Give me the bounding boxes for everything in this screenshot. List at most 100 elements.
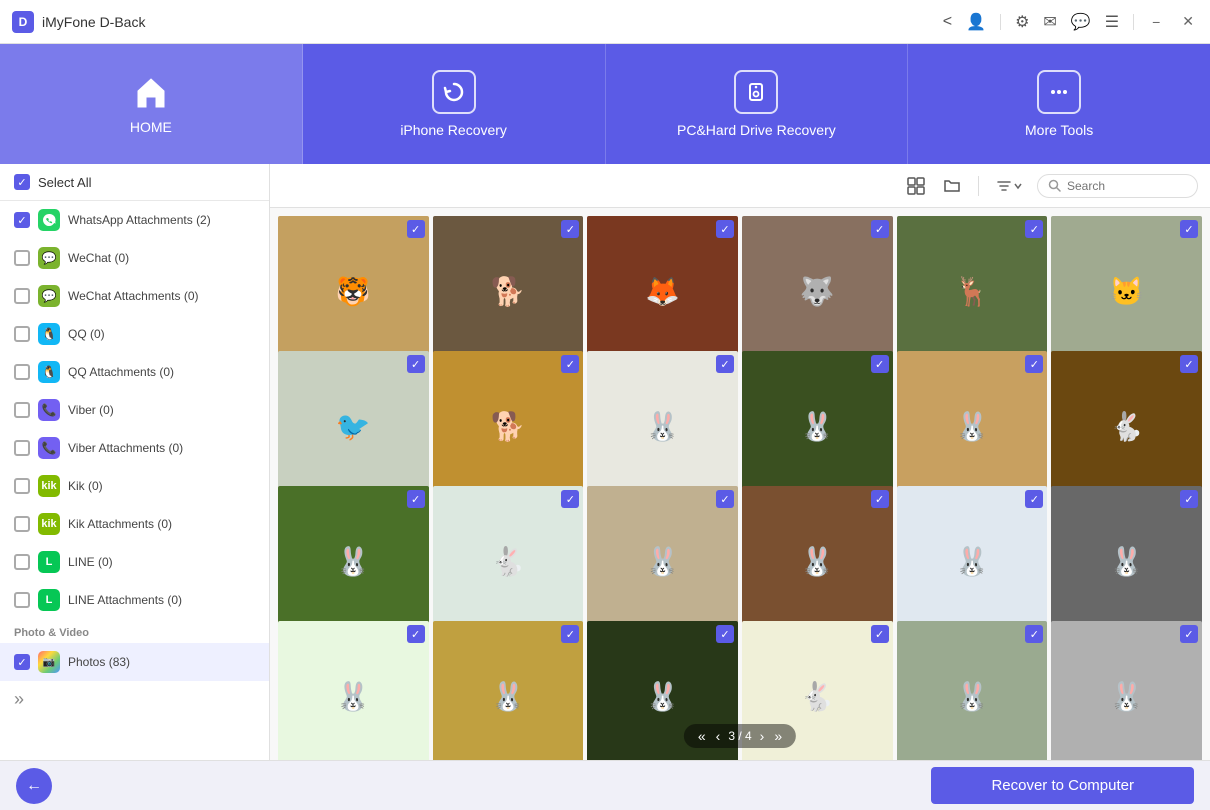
sidebar-item-kik[interactable]: kik Kik (0)	[0, 467, 269, 505]
search-input[interactable]	[1067, 179, 1187, 193]
photo-check-overlay[interactable]: ✓	[1025, 490, 1043, 508]
photo-check-overlay[interactable]: ✓	[561, 490, 579, 508]
sidebar-item-viber[interactable]: 📞 Viber (0)	[0, 391, 269, 429]
wechat-checkbox[interactable]	[14, 250, 30, 266]
qq-checkbox[interactable]	[14, 326, 30, 342]
sidebar-item-line-attachments[interactable]: L LINE Attachments (0)	[0, 581, 269, 619]
profile-icon[interactable]: 👤	[966, 12, 986, 32]
photo-cell[interactable]: 🐰✓	[278, 486, 429, 637]
photo-check-overlay[interactable]: ✓	[716, 355, 734, 373]
photo-cell[interactable]: 🐰✓	[587, 351, 738, 502]
recover-to-computer-button[interactable]: Recover to Computer	[931, 767, 1194, 804]
photo-cell[interactable]: 🦌✓	[897, 216, 1048, 367]
select-all-checkbox[interactable]	[14, 174, 30, 190]
photo-cell[interactable]: 🐰✓	[897, 351, 1048, 502]
photo-check-overlay[interactable]: ✓	[716, 625, 734, 643]
photo-cell[interactable]: 🐯✓	[278, 216, 429, 367]
mail-icon[interactable]: ✉	[1043, 12, 1056, 32]
line-checkbox[interactable]	[14, 554, 30, 570]
sidebar-item-qq[interactable]: 🐧 QQ (0)	[0, 315, 269, 353]
photo-cell[interactable]: 🐰✓	[742, 351, 893, 502]
wechat-attachments-checkbox[interactable]	[14, 288, 30, 304]
sidebar-item-line[interactable]: L LINE (0)	[0, 543, 269, 581]
nav-more-tools[interactable]: More Tools	[908, 44, 1210, 164]
photo-check-overlay[interactable]: ✓	[871, 625, 889, 643]
titlebar-separator	[1000, 14, 1001, 30]
photo-cell[interactable]: 🐺✓	[742, 216, 893, 367]
photo-check-overlay[interactable]: ✓	[1025, 355, 1043, 373]
pagination-prev-button[interactable]: ‹	[714, 728, 723, 744]
photo-check-overlay[interactable]: ✓	[1180, 625, 1198, 643]
filter-button[interactable]	[991, 177, 1029, 195]
share-icon[interactable]: <	[943, 13, 952, 31]
photo-cell[interactable]: 🐰✓	[278, 621, 429, 760]
minimize-button[interactable]: −	[1148, 12, 1164, 32]
photo-cell[interactable]: 🦊✓	[587, 216, 738, 367]
viber-attachments-checkbox[interactable]	[14, 440, 30, 456]
photo-check-overlay[interactable]: ✓	[1180, 355, 1198, 373]
kik-attachments-checkbox[interactable]	[14, 516, 30, 532]
nav-iphone-recovery[interactable]: iPhone Recovery	[303, 44, 606, 164]
photo-cell[interactable]: 🐦✓	[278, 351, 429, 502]
pagination-first-button[interactable]: «	[696, 728, 708, 744]
photo-cell[interactable]: 🐰✓	[897, 486, 1048, 637]
photo-check-overlay[interactable]: ✓	[561, 625, 579, 643]
photo-cell[interactable]: 🐕✓	[433, 351, 584, 502]
sidebar-item-kik-attachments[interactable]: kik Kik Attachments (0)	[0, 505, 269, 543]
whatsapp-checkbox[interactable]	[14, 212, 30, 228]
line-attachments-checkbox[interactable]	[14, 592, 30, 608]
sidebar-more-items[interactable]: »	[0, 681, 269, 718]
grid-view-button[interactable]	[902, 172, 930, 200]
photo-check-overlay[interactable]: ✓	[407, 625, 425, 643]
nav-home[interactable]: HOME	[0, 44, 303, 164]
photo-cell[interactable]: 🐇✓	[1051, 351, 1202, 502]
photo-check-overlay[interactable]: ✓	[407, 355, 425, 373]
photo-check-overlay[interactable]: ✓	[716, 220, 734, 238]
titlebar-controls: < 👤 ⚙ ✉ 💬 ☰ − ✕	[943, 11, 1198, 32]
photo-check-overlay[interactable]: ✓	[407, 220, 425, 238]
photo-check-overlay[interactable]: ✓	[407, 490, 425, 508]
viber-checkbox[interactable]	[14, 402, 30, 418]
kik-checkbox[interactable]	[14, 478, 30, 494]
photo-cell[interactable]: 🐱✓	[1051, 216, 1202, 367]
back-button[interactable]: ←	[16, 768, 52, 804]
sidebar-item-whatsapp-attachments[interactable]: WhatsApp Attachments (2)	[0, 201, 269, 239]
sidebar-item-qq-attachments[interactable]: 🐧 QQ Attachments (0)	[0, 353, 269, 391]
pagination-next-button[interactable]: ›	[758, 728, 767, 744]
nav-iphone-recovery-label: iPhone Recovery	[400, 122, 507, 138]
photo-cell[interactable]: 🐰✓	[1051, 486, 1202, 637]
nav-pc-recovery[interactable]: PC&Hard Drive Recovery	[606, 44, 909, 164]
photo-cell[interactable]: 🐰✓	[742, 486, 893, 637]
photo-check-overlay[interactable]: ✓	[561, 355, 579, 373]
settings-icon[interactable]: ⚙	[1015, 12, 1029, 32]
pagination-last-button[interactable]: »	[772, 728, 784, 744]
photo-check-overlay[interactable]: ✓	[716, 490, 734, 508]
toolbar-separator	[978, 176, 979, 196]
photo-cell[interactable]: 🐰✓	[897, 621, 1048, 760]
sidebar-item-wechat[interactable]: 💬 WeChat (0)	[0, 239, 269, 277]
photo-check-overlay[interactable]: ✓	[1180, 220, 1198, 238]
wechat-attachments-icon: 💬	[38, 285, 60, 307]
menu-icon[interactable]: ☰	[1105, 12, 1119, 32]
photo-check-overlay[interactable]: ✓	[561, 220, 579, 238]
folder-view-button[interactable]	[938, 172, 966, 200]
photo-check-overlay[interactable]: ✓	[871, 355, 889, 373]
sidebar-item-photos[interactable]: 📷 Photos (83)	[0, 643, 269, 681]
sidebar-item-wechat-attachments[interactable]: 💬 WeChat Attachments (0)	[0, 277, 269, 315]
photo-check-overlay[interactable]: ✓	[1025, 625, 1043, 643]
photo-cell[interactable]: 🐰✓	[433, 621, 584, 760]
photo-cell[interactable]: 🐰✓	[1051, 621, 1202, 760]
close-button[interactable]: ✕	[1178, 11, 1198, 32]
chat-icon[interactable]: 💬	[1071, 12, 1091, 32]
photos-checkbox[interactable]	[14, 654, 30, 670]
photo-check-overlay[interactable]: ✓	[871, 220, 889, 238]
photo-check-overlay[interactable]: ✓	[871, 490, 889, 508]
sidebar-item-viber-attachments[interactable]: 📞 Viber Attachments (0)	[0, 429, 269, 467]
photo-check-overlay[interactable]: ✓	[1025, 220, 1043, 238]
app-logo: D	[12, 11, 34, 33]
photo-check-overlay[interactable]: ✓	[1180, 490, 1198, 508]
photo-cell[interactable]: 🐰✓	[587, 486, 738, 637]
photo-cell[interactable]: 🐕✓	[433, 216, 584, 367]
photo-cell[interactable]: 🐇✓	[433, 486, 584, 637]
qq-attachments-checkbox[interactable]	[14, 364, 30, 380]
